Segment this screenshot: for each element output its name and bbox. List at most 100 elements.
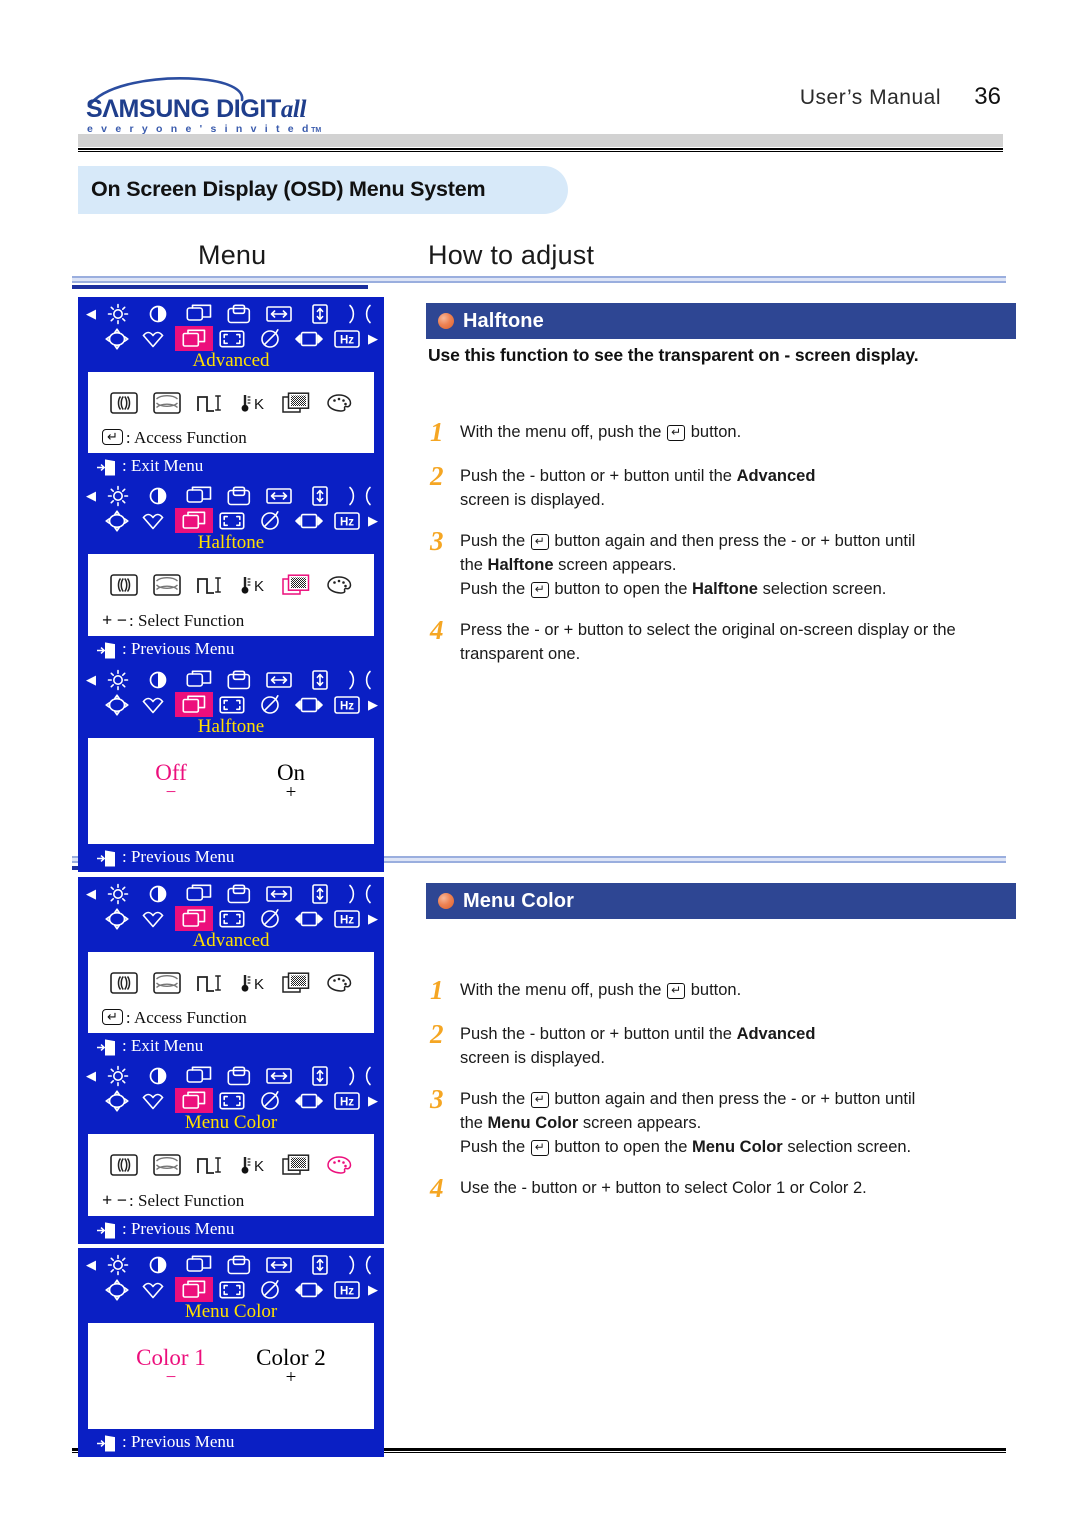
advanced-icon[interactable] [174, 326, 213, 351]
menu-color-palette-icon[interactable] [322, 969, 356, 997]
zoom-icon[interactable] [213, 906, 251, 931]
osd-option[interactable]: Color 2 + [231, 1345, 351, 1387]
h-size-icon[interactable] [259, 881, 299, 906]
moire-icon[interactable] [289, 906, 327, 931]
contrast-icon[interactable] [138, 483, 178, 508]
contrast-icon[interactable] [138, 1252, 178, 1277]
osd-right-arrow-icon[interactable]: ▶ [366, 1283, 380, 1296]
degauss-icon[interactable] [251, 508, 289, 533]
v-position-icon[interactable] [219, 1252, 259, 1277]
rotation-icon[interactable] [98, 326, 136, 351]
color-temp-k-icon[interactable]: K [236, 571, 270, 599]
pincushion-icon[interactable] [340, 667, 380, 692]
osd-option[interactable]: Color 1− [111, 1345, 231, 1387]
moire-icon[interactable] [289, 1088, 327, 1113]
menu-color-palette-icon[interactable] [322, 571, 356, 599]
osd-right-arrow-icon[interactable]: ▶ [366, 1094, 380, 1107]
color-temp-k-icon[interactable]: K [236, 969, 270, 997]
v-position-icon[interactable] [219, 881, 259, 906]
degauss-icon[interactable] [251, 906, 289, 931]
halftone-icon[interactable] [279, 969, 313, 997]
purity-icon[interactable] [107, 969, 141, 997]
purity-icon[interactable] [107, 571, 141, 599]
moire-icon[interactable] [289, 692, 327, 717]
rotation-icon[interactable] [98, 906, 136, 931]
video-level-icon[interactable] [193, 1151, 227, 1179]
pincushion-icon[interactable] [340, 881, 380, 906]
h-position-icon[interactable] [179, 881, 219, 906]
trapezoid-icon[interactable] [136, 906, 174, 931]
linearity-icon[interactable] [150, 1151, 184, 1179]
trapezoid-icon[interactable] [136, 692, 174, 717]
pincushion-icon[interactable] [340, 1252, 380, 1277]
pincushion-icon[interactable] [340, 483, 380, 508]
purity-icon[interactable] [107, 389, 141, 417]
v-position-icon[interactable] [219, 483, 259, 508]
advanced-icon[interactable] [174, 692, 213, 717]
halftone-icon[interactable] [279, 389, 313, 417]
advanced-icon[interactable] [174, 1277, 213, 1302]
advanced-icon[interactable] [174, 906, 213, 931]
zoom-icon[interactable] [213, 1088, 251, 1113]
advanced-icon[interactable] [174, 508, 213, 533]
moire-icon[interactable] [289, 508, 327, 533]
degauss-icon[interactable] [251, 1088, 289, 1113]
zoom-icon[interactable] [213, 692, 251, 717]
v-size-icon[interactable] [299, 301, 339, 326]
h-position-icon[interactable] [179, 1252, 219, 1277]
h-position-icon[interactable] [179, 667, 219, 692]
osd-option[interactable]: On + [231, 760, 351, 802]
brightness-icon[interactable] [98, 667, 138, 692]
osd-right-arrow-icon[interactable]: ▶ [366, 332, 380, 345]
moire-icon[interactable] [289, 1277, 327, 1302]
moire-icon[interactable] [289, 326, 327, 351]
osd-left-arrow-icon[interactable]: ◀ [84, 489, 98, 502]
degauss-icon[interactable] [251, 326, 289, 351]
advanced-icon[interactable] [174, 1088, 213, 1113]
contrast-icon[interactable] [138, 667, 178, 692]
brightness-icon[interactable] [98, 1252, 138, 1277]
pincushion-icon[interactable] [340, 301, 380, 326]
zoom-icon[interactable] [213, 1277, 251, 1302]
halftone-icon[interactable] [279, 571, 313, 599]
video-level-icon[interactable] [193, 389, 227, 417]
v-position-icon[interactable] [219, 301, 259, 326]
osd-right-arrow-icon[interactable]: ▶ [366, 912, 380, 925]
frequency-hz-icon[interactable]: Hz [328, 1277, 366, 1302]
halftone-icon[interactable] [279, 1151, 313, 1179]
color-temp-k-icon[interactable]: K [236, 389, 270, 417]
osd-left-arrow-icon[interactable]: ◀ [84, 1069, 98, 1082]
pincushion-icon[interactable] [340, 1063, 380, 1088]
rotation-icon[interactable] [98, 1088, 136, 1113]
h-size-icon[interactable] [259, 667, 299, 692]
linearity-icon[interactable] [150, 571, 184, 599]
frequency-hz-icon[interactable]: Hz [328, 326, 366, 351]
h-size-icon[interactable] [259, 1252, 299, 1277]
h-position-icon[interactable] [179, 301, 219, 326]
contrast-icon[interactable] [138, 881, 178, 906]
h-position-icon[interactable] [179, 1063, 219, 1088]
osd-left-arrow-icon[interactable]: ◀ [84, 673, 98, 686]
v-position-icon[interactable] [219, 667, 259, 692]
v-position-icon[interactable] [219, 1063, 259, 1088]
h-size-icon[interactable] [259, 301, 299, 326]
color-temp-k-icon[interactable]: K [236, 1151, 270, 1179]
frequency-hz-icon[interactable]: Hz [328, 508, 366, 533]
h-size-icon[interactable] [259, 1063, 299, 1088]
rotation-icon[interactable] [98, 508, 136, 533]
h-size-icon[interactable] [259, 483, 299, 508]
h-position-icon[interactable] [179, 483, 219, 508]
frequency-hz-icon[interactable]: Hz [328, 906, 366, 931]
contrast-icon[interactable] [138, 1063, 178, 1088]
linearity-icon[interactable] [150, 389, 184, 417]
zoom-icon[interactable] [213, 508, 251, 533]
frequency-hz-icon[interactable]: Hz [328, 1088, 366, 1113]
contrast-icon[interactable] [138, 301, 178, 326]
zoom-icon[interactable] [213, 326, 251, 351]
trapezoid-icon[interactable] [136, 508, 174, 533]
degauss-icon[interactable] [251, 692, 289, 717]
degauss-icon[interactable] [251, 1277, 289, 1302]
brightness-icon[interactable] [98, 1063, 138, 1088]
purity-icon[interactable] [107, 1151, 141, 1179]
trapezoid-icon[interactable] [136, 1088, 174, 1113]
